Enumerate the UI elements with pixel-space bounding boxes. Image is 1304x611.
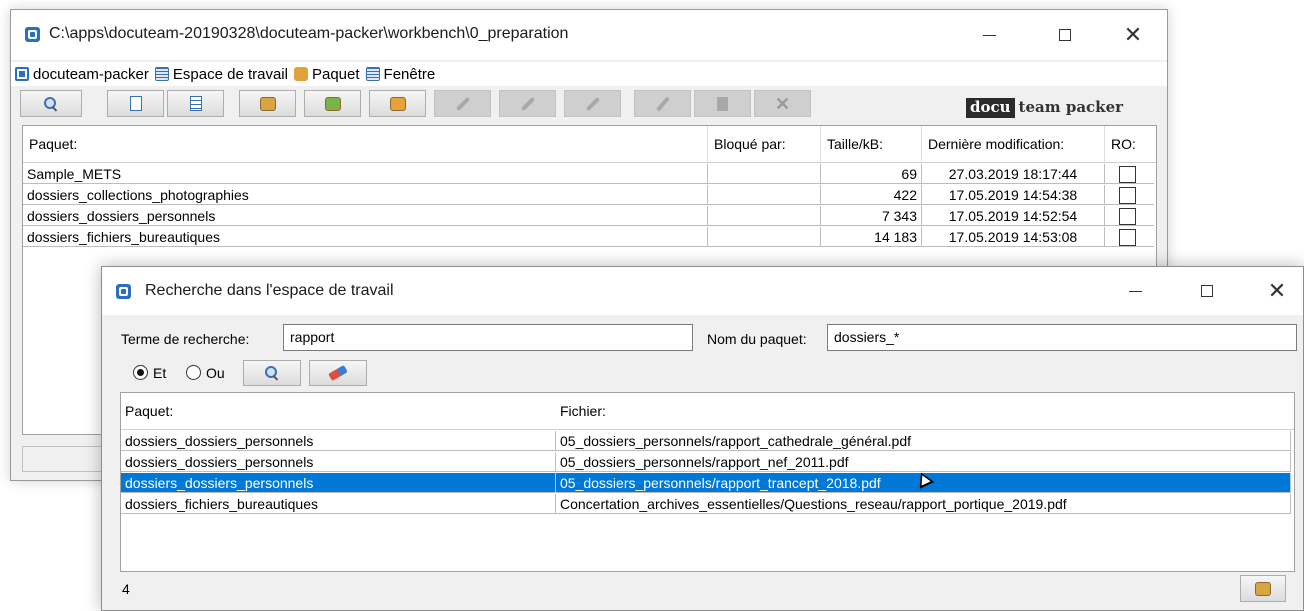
table-row[interactable]: dossiers_collections_photographies 422 1… — [23, 185, 1154, 205]
trash-icon — [717, 96, 728, 111]
menu-espace-de-travail[interactable]: Espace de travail — [154, 66, 288, 83]
minimize-button[interactable] — [1112, 276, 1158, 306]
readonly-checkbox[interactable] — [1119, 208, 1136, 225]
column-header-package[interactable]: Paquet: — [23, 126, 708, 162]
results-table: Paquet: Fichier: dossiers_dossiers_perso… — [120, 392, 1295, 572]
new-sheet-button[interactable] — [167, 90, 224, 117]
search-term-label: Terme de recherche: — [121, 331, 250, 347]
package-green-button[interactable] — [304, 90, 361, 117]
window-title: C:\apps\docuteam-20190328\docuteam-packe… — [49, 25, 569, 42]
sheet-icon — [189, 96, 202, 111]
readonly-checkbox[interactable] — [1119, 187, 1136, 204]
app-icon — [25, 27, 40, 42]
search-icon — [44, 96, 58, 111]
app-icon — [15, 67, 29, 81]
menu-bar: docuteam-packer Espace de travail Paquet… — [11, 62, 1167, 86]
result-count: 4 — [122, 581, 130, 597]
dialog-title: Recherche dans l'espace de travail — [145, 282, 394, 299]
delete-button[interactable]: ✕ — [754, 90, 811, 117]
package-edit-icon — [1255, 581, 1271, 596]
radio-and-label: Et — [153, 365, 167, 381]
search-dialog: Recherche dans l'espace de travail ✕ Ter… — [101, 266, 1304, 611]
radio-or[interactable] — [186, 365, 201, 380]
menu-fenetre[interactable]: Fenêtre — [365, 66, 435, 83]
table-row[interactable]: dossiers_dossiers_personnels 05_dossiers… — [121, 452, 1291, 472]
close-icon: ✕ — [774, 93, 791, 114]
search-term-input[interactable]: rapport — [283, 324, 693, 351]
trash-button[interactable] — [694, 90, 751, 117]
open-package-button[interactable] — [239, 90, 296, 117]
window-icon — [365, 67, 380, 81]
radio-or-label: Ou — [206, 365, 225, 381]
package-orange-button[interactable] — [369, 90, 426, 117]
readonly-checkbox[interactable] — [1119, 229, 1136, 246]
maximize-button[interactable] — [1042, 20, 1088, 50]
wrench-icon — [520, 96, 535, 111]
column-header-size[interactable]: Taille/kB: — [821, 126, 922, 162]
close-button[interactable]: ✕ — [1254, 276, 1300, 306]
radio-and[interactable] — [133, 365, 148, 380]
column-header-readonly[interactable]: RO: — [1105, 126, 1154, 162]
package-icon — [293, 67, 308, 81]
tool-button-3[interactable] — [564, 90, 621, 117]
package-add-icon — [324, 96, 341, 111]
open-package-button[interactable] — [1240, 575, 1286, 602]
tool-button-1[interactable] — [434, 90, 491, 117]
app-icon — [116, 284, 131, 299]
minimize-button[interactable] — [966, 20, 1012, 50]
column-header-modified[interactable]: Dernière modification: — [922, 126, 1105, 162]
menu-docuteam-packer[interactable]: docuteam-packer — [15, 66, 149, 83]
new-document-button[interactable] — [107, 90, 164, 117]
package-edit-icon — [259, 96, 276, 111]
column-header-package[interactable]: Paquet: — [121, 393, 556, 429]
dialog-title-bar: Recherche dans l'espace de travail ✕ — [102, 267, 1303, 315]
table-row[interactable]: dossiers_fichiers_bureautiques Concertat… — [121, 494, 1291, 514]
search-icon — [265, 366, 279, 380]
table-row-selected[interactable]: dossiers_dossiers_personnels 05_dossiers… — [121, 473, 1291, 493]
docuteam-logo: docu team packer — [966, 98, 1128, 118]
pencil-icon — [655, 96, 670, 111]
column-header-locked-by[interactable]: Bloqué par: — [708, 126, 821, 162]
menu-paquet[interactable]: Paquet — [293, 66, 360, 83]
table-row[interactable]: dossiers_fichiers_bureautiques 14 183 17… — [23, 227, 1154, 247]
readonly-checkbox[interactable] — [1119, 166, 1136, 183]
table-row[interactable]: dossiers_dossiers_personnels 7 343 17.05… — [23, 206, 1154, 226]
wrench-icon — [455, 96, 470, 111]
package-name-input[interactable]: dossiers_* — [827, 324, 1297, 351]
search-button[interactable] — [20, 90, 82, 117]
table-row[interactable]: Sample_METS 69 27.03.2019 18:17:44 — [23, 164, 1154, 184]
search-button[interactable] — [243, 360, 301, 386]
package-export-icon — [389, 96, 406, 111]
column-header-file[interactable]: Fichier: — [556, 393, 1291, 429]
edit-button[interactable] — [634, 90, 691, 117]
maximize-button[interactable] — [1184, 276, 1230, 306]
workspace-icon — [154, 67, 169, 81]
clear-button[interactable] — [309, 360, 367, 386]
table-row[interactable]: dossiers_dossiers_personnels 05_dossiers… — [121, 431, 1291, 451]
eraser-icon — [328, 365, 348, 381]
tool-button-2[interactable] — [499, 90, 556, 117]
close-button[interactable]: ✕ — [1110, 20, 1156, 50]
package-name-label: Nom du paquet: — [707, 331, 807, 347]
wrench-icon — [585, 96, 600, 111]
document-icon — [129, 96, 142, 111]
title-bar: C:\apps\docuteam-20190328\docuteam-packe… — [11, 10, 1167, 60]
